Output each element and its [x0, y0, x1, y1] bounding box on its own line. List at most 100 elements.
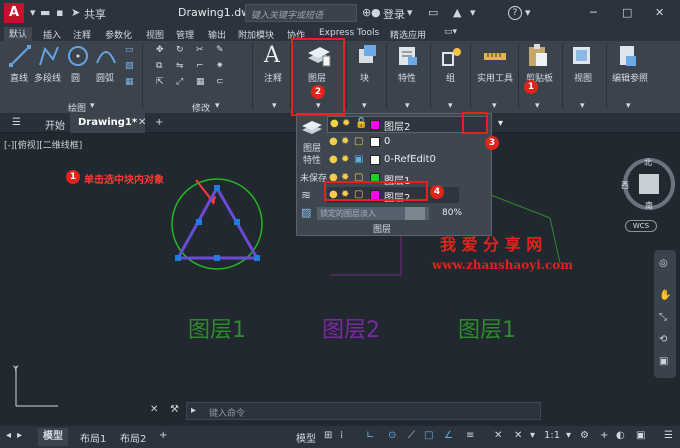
measure-icon[interactable]: [482, 44, 508, 68]
draw-line-label[interactable]: 直线: [10, 71, 28, 84]
properties-label[interactable]: 特性: [398, 71, 416, 84]
line-icon[interactable]: [8, 43, 32, 69]
layer-panel-footer[interactable]: 图层: [373, 222, 391, 235]
annotation-visibility-icon[interactable]: ✕: [514, 430, 522, 441]
rectangle-icon[interactable]: ▭: [125, 45, 134, 55]
drawing-tab[interactable]: Drawing1*: [70, 113, 146, 133]
close-icon[interactable]: ✕: [655, 6, 664, 19]
layer-row-refedit[interactable]: ● ✹ ▣ 0-RefEdit0: [327, 152, 459, 168]
layer-properties-icon[interactable]: [300, 118, 324, 140]
command-line[interactable]: ▸ 键入命令: [186, 402, 541, 420]
dropdown-icon[interactable]: ▾: [566, 430, 571, 441]
minimize-icon[interactable]: ─: [590, 6, 597, 19]
prev-layout-icon[interactable]: ◂: [6, 430, 11, 441]
dropdown-icon[interactable]: ▾: [362, 101, 367, 111]
offset-icon[interactable]: ⊂: [216, 77, 224, 87]
dropdown-icon[interactable]: ▾: [272, 101, 277, 111]
viewcube-south[interactable]: 南: [645, 200, 653, 211]
lightbulb-icon[interactable]: ●: [330, 118, 339, 129]
dropdown-icon[interactable]: ▾: [535, 101, 540, 111]
lock-fade-slider[interactable]: 锁定的图层淡入: [317, 207, 429, 220]
viewcube-west[interactable]: 西: [621, 180, 629, 191]
tab-annotate[interactable]: 注释: [73, 28, 91, 41]
block-icon[interactable]: [355, 44, 379, 68]
tab-featured-apps[interactable]: 精选应用: [390, 28, 426, 41]
close-tab-icon[interactable]: ✕: [138, 117, 146, 128]
layout2-tab[interactable]: 布局2: [120, 430, 146, 445]
sun-icon[interactable]: ✹: [341, 154, 351, 165]
array-icon[interactable]: ▦: [196, 77, 205, 87]
close-cmd-icon[interactable]: ✕: [150, 404, 158, 415]
utilities-label[interactable]: 实用工具: [477, 71, 513, 84]
dropdown-icon[interactable]: ▾: [470, 6, 476, 19]
maximize-icon[interactable]: □: [622, 6, 632, 19]
login-label[interactable]: 登录: [383, 6, 405, 22]
layout1-tab[interactable]: 布局1: [80, 430, 106, 445]
tab-insert[interactable]: 插入: [43, 28, 61, 41]
polyline-icon[interactable]: [37, 43, 61, 69]
tab-addins[interactable]: 附加模块: [238, 28, 274, 41]
circle-icon[interactable]: [66, 43, 90, 69]
autodesk-icon[interactable]: ▲: [453, 6, 461, 19]
wcs-button[interactable]: WCS: [625, 220, 657, 232]
isodraft-icon[interactable]: ⟋: [408, 430, 415, 441]
command-input[interactable]: 键入命令: [209, 406, 245, 419]
cart-icon[interactable]: ▭: [428, 6, 438, 19]
mirror-icon[interactable]: ⇋: [176, 61, 184, 71]
clipboard-icon[interactable]: [526, 43, 550, 69]
autocad-logo-icon[interactable]: A: [4, 3, 24, 23]
properties-icon[interactable]: [396, 44, 420, 68]
draw-circle-label[interactable]: 圆: [71, 71, 80, 84]
lineweight-icon[interactable]: ≡: [466, 430, 474, 441]
group-icon[interactable]: [440, 44, 464, 68]
tab-view[interactable]: 视图: [146, 28, 164, 41]
lightbulb-icon[interactable]: ●: [329, 136, 339, 147]
share-icon[interactable]: ➤: [71, 6, 80, 19]
new-tab-icon[interactable]: +: [155, 117, 163, 128]
rotate-icon[interactable]: ↻: [176, 45, 184, 55]
edit-reference-icon[interactable]: [616, 44, 640, 68]
copy-icon[interactable]: ⧉: [156, 61, 162, 71]
dropdown-icon[interactable]: ▾: [448, 101, 453, 111]
layer-state-icon[interactable]: ≋: [301, 188, 311, 202]
isolate-objects-icon[interactable]: ◐: [616, 430, 625, 441]
unlock-icon[interactable]: ▢: [354, 136, 364, 147]
open-folder-icon[interactable]: ▬: [40, 6, 50, 19]
hardware-acceleration-icon[interactable]: ▣: [636, 430, 645, 441]
table-icon[interactable]: ▦: [125, 77, 134, 87]
model-space-button[interactable]: 模型: [296, 430, 316, 445]
save-icon[interactable]: ▪: [56, 6, 63, 19]
dropdown-icon[interactable]: ▾: [530, 430, 535, 441]
tab-default[interactable]: 默认: [4, 27, 33, 41]
dropdown-icon[interactable]: ▾: [30, 6, 36, 19]
pan-icon[interactable]: ✋: [659, 290, 671, 301]
dropdown-icon[interactable]: ▾: [626, 101, 631, 111]
block-label[interactable]: 块: [360, 71, 369, 84]
dropdown-icon[interactable]: ▾: [90, 101, 95, 111]
dropdown-icon[interactable]: ▾: [407, 6, 413, 19]
view-label[interactable]: 视图: [574, 71, 592, 84]
annotation-monitor-icon[interactable]: +: [600, 430, 608, 441]
customize-icon[interactable]: ☰: [664, 430, 673, 441]
tab-manage[interactable]: 管理: [176, 28, 194, 41]
polar-icon[interactable]: ⊙: [388, 430, 396, 441]
lock-fade-value[interactable]: 80%: [442, 208, 462, 218]
lightbulb-icon[interactable]: ●: [329, 154, 339, 165]
add-layout-icon[interactable]: +: [159, 430, 167, 441]
arc-icon[interactable]: [94, 43, 118, 69]
orbit-icon[interactable]: ⟲: [659, 334, 667, 345]
dropdown-icon[interactable]: ▾: [405, 101, 410, 111]
erase-icon[interactable]: ✎: [216, 45, 224, 55]
viewcube-east[interactable]: 东: [661, 180, 669, 191]
viewcube-north[interactable]: 北: [644, 157, 652, 168]
search-input[interactable]: 键入关键字或短语: [245, 4, 357, 22]
steering-wheel-icon[interactable]: ◎: [659, 258, 668, 269]
workspace-icon[interactable]: ⚙: [580, 430, 589, 441]
next-layout-icon[interactable]: ▸: [17, 430, 22, 441]
grid-icon[interactable]: ⊞: [324, 430, 332, 441]
ortho-icon[interactable]: ∟: [366, 430, 374, 441]
hamburger-menu-icon[interactable]: ☰: [12, 117, 21, 128]
layer-walk-icon[interactable]: ▨: [301, 206, 311, 219]
customize-cmd-icon[interactable]: ⚒: [170, 404, 179, 415]
tab-parametric[interactable]: 参数化: [105, 28, 132, 41]
